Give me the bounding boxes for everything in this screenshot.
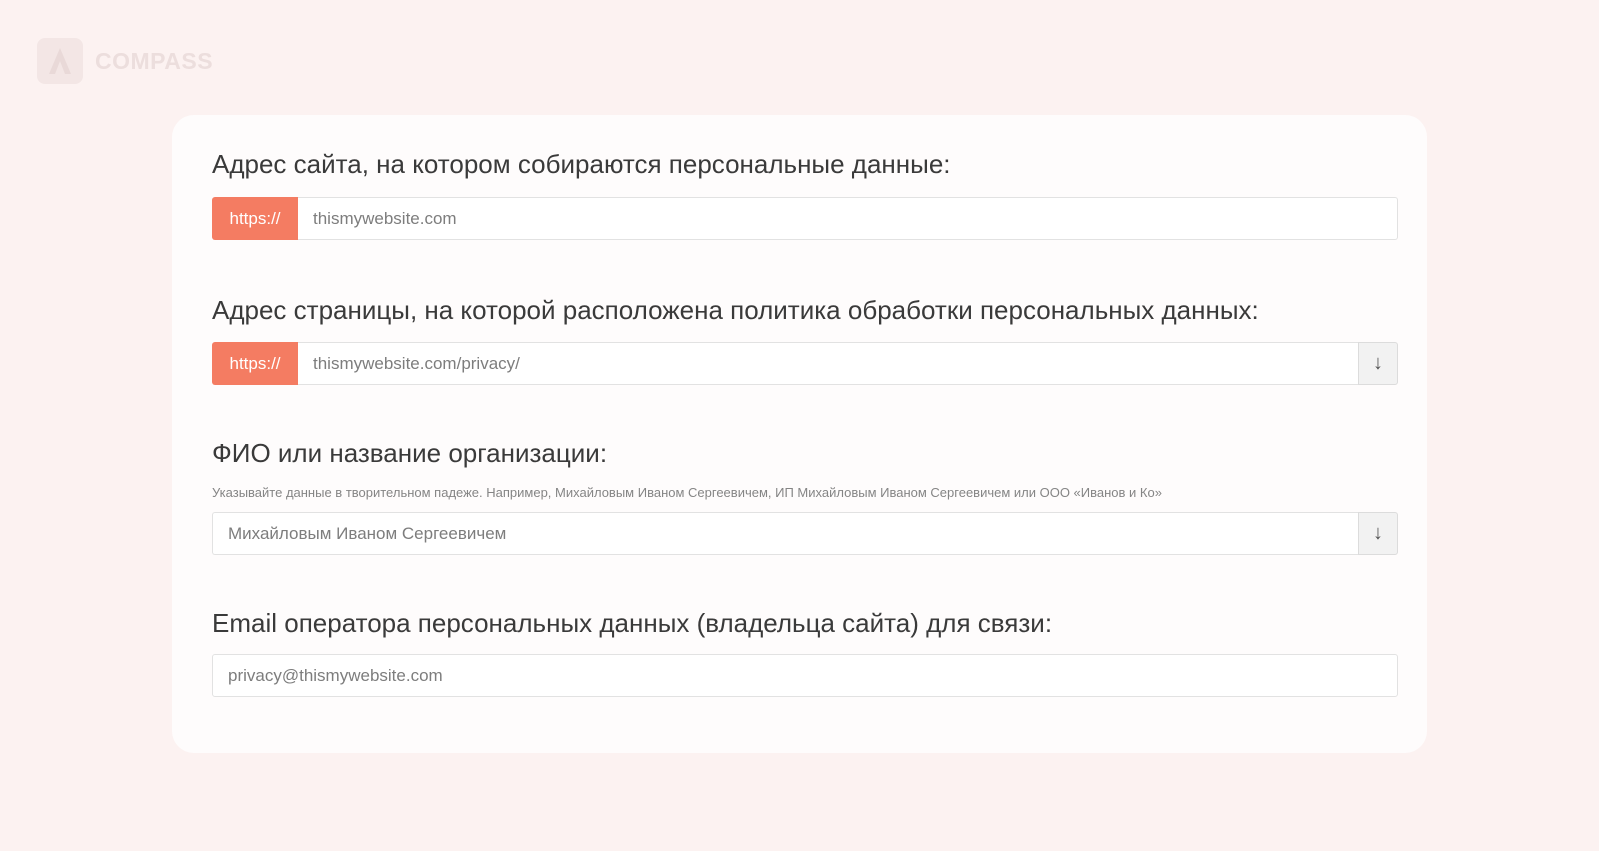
policy-address-group: https:// thismywebsite.com/privacy/ ↓	[212, 342, 1398, 385]
site-address-input[interactable]: thismywebsite.com	[298, 197, 1398, 240]
policy-address-prefix: https://	[212, 342, 298, 385]
policy-address-dropdown-button[interactable]: ↓	[1358, 342, 1398, 385]
operator-email-group: privacy@thismywebsite.com	[212, 654, 1398, 697]
site-address-label: Адрес сайта, на котором собираются персо…	[212, 149, 951, 179]
site-address-group: https:// thismywebsite.com	[212, 197, 1398, 240]
brand-name: COMPASS	[95, 47, 214, 74]
operator-name-label: ФИО или название организации:	[212, 438, 608, 468]
policy-address-input[interactable]: thismywebsite.com/privacy/	[298, 342, 1358, 385]
form-card: Адрес сайта, на котором собираются персо…	[172, 115, 1427, 753]
brand-logo[interactable]: COMPASS	[37, 38, 213, 84]
policy-address-label: Адрес страницы, на которой расположена п…	[212, 295, 1259, 325]
site-address-prefix: https://	[212, 197, 298, 240]
arrow-down-icon: ↓	[1373, 352, 1383, 374]
compass-logo-icon	[37, 38, 83, 84]
operator-email-input[interactable]: privacy@thismywebsite.com	[212, 654, 1398, 697]
arrow-down-icon: ↓	[1373, 522, 1383, 544]
operator-name-group: Михайловым Иваном Сергеевичем ↓	[212, 512, 1398, 555]
operator-name-input[interactable]: Михайловым Иваном Сергеевичем	[212, 512, 1358, 555]
operator-email-label: Email оператора персональных данных (вла…	[212, 608, 1053, 638]
operator-name-dropdown-button[interactable]: ↓	[1358, 512, 1398, 555]
operator-name-hint: Указывайте данные в творительном падеже.…	[212, 485, 1162, 500]
